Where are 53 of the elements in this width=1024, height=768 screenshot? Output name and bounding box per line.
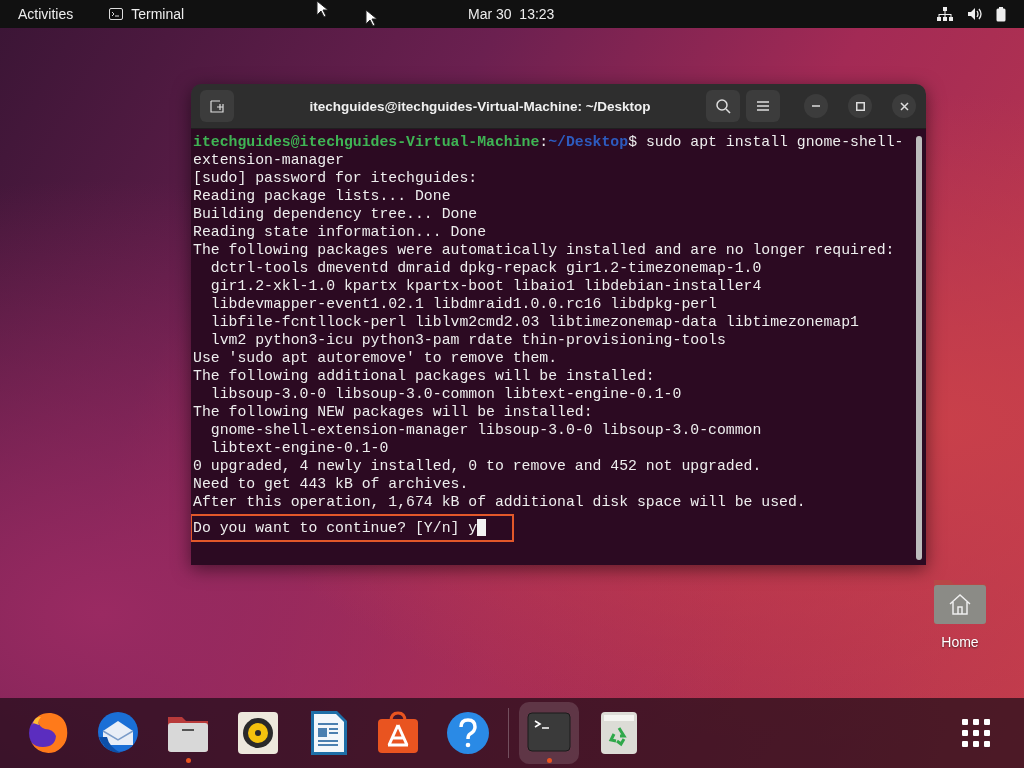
terminal-line: The following packages were automatically installed and are no longer required: [193, 241, 896, 259]
clock[interactable]: Mar 30 13:23 [468, 6, 555, 22]
prompt-path: ~/Desktop [548, 134, 629, 150]
terminal-line: gnome-shell-extension-manager libsoup-3.0-0 libsoup-3.0-common [209, 421, 763, 439]
minimize-button[interactable] [804, 94, 828, 118]
terminal-line: The following additional packages will be installed: [193, 367, 656, 385]
terminal-line: gir1.2-xkl-1.0 kpartx kpartx-boot libaio1 libdebian-installer4 [209, 277, 763, 295]
minimize-icon [812, 105, 820, 107]
activities-button[interactable]: Activities [18, 6, 74, 22]
battery-icon[interactable] [996, 6, 1006, 22]
new-tab-button[interactable] [200, 90, 234, 122]
command-text: $ sudo apt install gnome-shell- [628, 134, 904, 150]
search-button[interactable] [706, 90, 740, 122]
scrollbar[interactable] [916, 136, 922, 560]
terminal-line: extension-manager [193, 151, 345, 169]
search-icon [715, 98, 731, 114]
speaker-icon [235, 709, 281, 757]
maximize-icon [855, 101, 865, 111]
desktop-icon-label[interactable]: Home [941, 634, 979, 650]
menu-button[interactable] [746, 90, 780, 122]
volume-icon[interactable] [967, 7, 982, 21]
pointer-icon [316, 0, 328, 18]
text-cursor [477, 519, 487, 536]
app-menu-button[interactable]: Terminal [109, 6, 185, 22]
terminal-line: Use 'sudo apt autoremove' to remove them. [193, 349, 559, 367]
prompt-user: itechguides@itechguides-Virtual-Machine [193, 134, 540, 150]
terminal-line: lvm2 python3-icu python3-pam rdate thin-provisioning-tools [209, 331, 727, 349]
terminal-line: libtext-engine-0.1-0 [209, 439, 390, 457]
terminal-line: libsoup-3.0-0 libsoup-3.0-common libtext-engine-0.1-0 [209, 385, 683, 403]
terminal-line: After this operation, 1,674 kB of additional disk space will be used. [193, 493, 807, 511]
help-icon [445, 709, 491, 757]
terminal-line: Reading state information... Done [193, 223, 488, 241]
terminal-line: Reading package lists... Done [193, 187, 452, 205]
terminal-line: libfile-fcntllock-perl liblvm2cmd2.03 libtimezonemap-data libtimezonemap1 [209, 313, 860, 331]
maximize-button[interactable] [848, 94, 872, 118]
terminal-icon [109, 8, 124, 20]
terminal-line: Need to get 443 kB of archives. [193, 475, 470, 493]
menu-icon [757, 101, 769, 111]
terminal-line: libdevmapper-event1.02.1 libdmraid1.0.0.rc16 libdpkg-perl [209, 295, 718, 313]
prompt-separator: : [539, 134, 549, 150]
terminal-line: [sudo] password for itechguides: [193, 169, 479, 187]
terminal-line: 0 upgraded, 4 newly installed, 0 to remove and 452 not upgraded. [193, 457, 763, 475]
window-title: itechguides@itechguides-Virtual-Machine: ~/Desktop [309, 98, 651, 114]
terminal-line: The following NEW packages will be installed: [193, 403, 594, 421]
close-icon [899, 101, 909, 111]
app-grid-icon [962, 719, 990, 747]
terminal-line: Building dependency tree... Done [193, 205, 479, 223]
network-icon[interactable] [937, 7, 953, 21]
pointer-icon [365, 9, 377, 27]
terminal-line: dctrl-tools dmeventd dmraid dpkg-repack gir1.2-timezonemap-1.0 [209, 259, 763, 277]
input-prompt-text: Do you want to continue? [Y/n] y [193, 520, 478, 536]
new-tab-icon [210, 99, 224, 113]
close-button[interactable] [892, 94, 916, 118]
